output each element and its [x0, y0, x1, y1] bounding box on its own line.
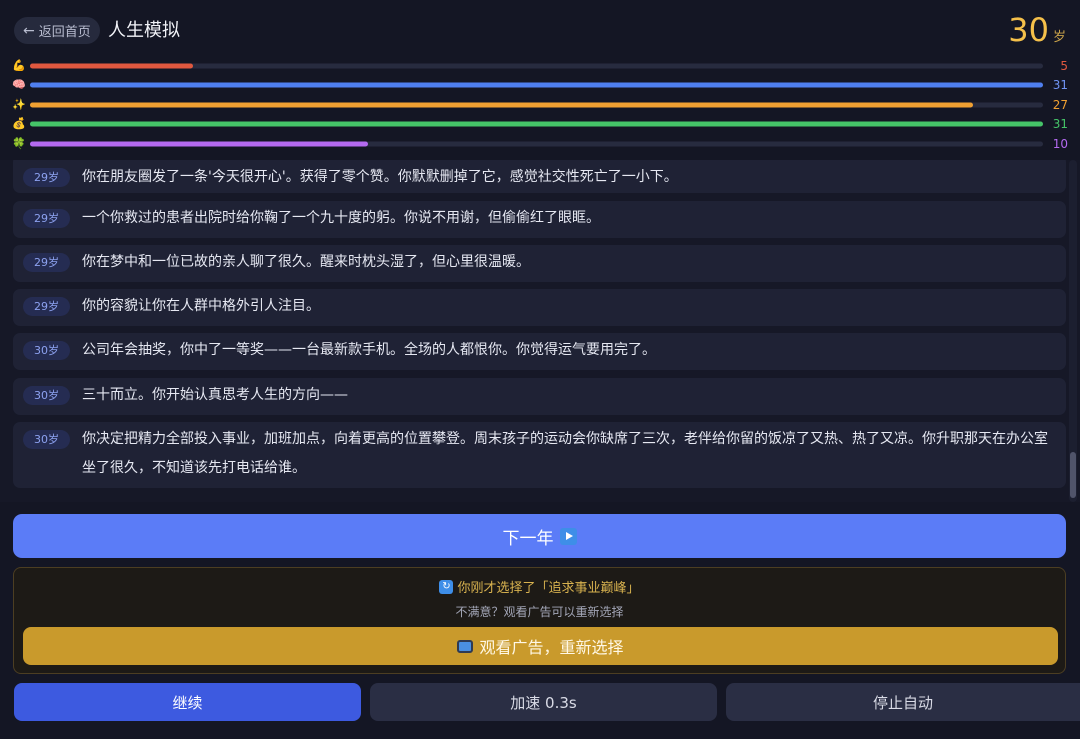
life-sim-page: ← 返回首页 人生模拟 30 岁 💪 5 🧠 31 ✨ 27 💰 31 🍀 10…	[0, 0, 1080, 739]
stat-value-wealth: 31	[1052, 117, 1068, 132]
money-bag-icon: 💰	[12, 117, 26, 131]
log-item: 29岁 一个你救过的患者出院时给你鞠了一个九十度的躬。你说不用谢，但偷偷红了眼眶…	[13, 201, 1066, 238]
stat-row-strength: 💪 5	[12, 56, 1068, 76]
stat-track	[30, 141, 1043, 147]
log-text: 三十而立。你开始认真思考人生的方向——	[82, 387, 348, 403]
log-age-tag: 30岁	[23, 386, 70, 405]
sparkles-icon: ✨	[12, 97, 26, 111]
stat-value-intelligence: 31	[1052, 78, 1068, 93]
brain-icon: 🧠	[12, 78, 26, 92]
stat-track	[30, 121, 1043, 127]
refresh-icon: ↻	[439, 579, 454, 594]
log-text: 你在梦中和一位已故的亲人聊了很久。醒来时枕头湿了，但心里很温暖。	[82, 254, 530, 270]
header: ← 返回首页 人生模拟 30 岁 💪 5 🧠 31 ✨ 27 💰 31 🍀 10	[0, 0, 1080, 160]
tv-icon	[457, 639, 474, 653]
clover-icon: 🍀	[12, 136, 26, 150]
chosen-option-text: 你刚才选择了「追求事业巅峰」	[457, 581, 640, 596]
log-scrollbar-thumb[interactable]	[1070, 452, 1076, 498]
log-age-tag: 29岁	[23, 168, 70, 187]
watch-ad-reselect-button[interactable]: 观看广告，重新选择	[23, 627, 1058, 665]
event-log[interactable]: 29岁 你在朋友圈发了一条'今天很开心'。获得了零个赞。你默默删掉了它，感觉社交…	[0, 160, 1080, 502]
age-display: 30 岁	[1008, 12, 1066, 48]
muscle-icon: 💪	[12, 58, 26, 72]
log-text: 你决定把精力全部投入事业，加班加点，向着更高的位置攀登。周末孩子的运动会你缺席了…	[82, 431, 1048, 476]
next-year-label: 下一年	[502, 528, 554, 549]
stop-auto-button[interactable]: 停止自动	[726, 683, 1080, 721]
log-text: 公司年会抽奖，你中了一等奖——一台最新款手机。全场的人都恨你。你觉得运气要用完了…	[82, 342, 656, 358]
back-arrow-icon: ←	[23, 22, 35, 39]
log-age-tag: 29岁	[23, 209, 70, 228]
stat-fill-charm	[30, 102, 974, 108]
stat-track	[30, 102, 1043, 108]
stat-track	[30, 63, 1043, 69]
stat-value-luck: 10	[1052, 136, 1068, 151]
stat-value-charm: 27	[1052, 97, 1068, 112]
log-scrollbar-track[interactable]	[1069, 160, 1077, 502]
stat-row-luck: 🍀 10	[12, 134, 1068, 154]
stat-fill-wealth	[30, 121, 1043, 127]
play-icon	[559, 527, 577, 545]
reselect-hint: 不满意？观看广告可以重新选择	[455, 605, 624, 619]
log-age-tag: 29岁	[23, 297, 70, 316]
back-home-button[interactable]: ← 返回首页	[14, 17, 100, 44]
log-text: 一个你救过的患者出院时给你鞠了一个九十度的躬。你说不用谢，但偷偷红了眼眶。	[82, 210, 600, 226]
log-age-tag: 29岁	[23, 253, 70, 272]
stat-fill-intelligence	[30, 82, 1043, 88]
stat-fill-strength	[30, 63, 194, 69]
log-item: 30岁 你决定把精力全部投入事业，加班加点，向着更高的位置攀登。周末孩子的运动会…	[13, 422, 1066, 488]
stat-fill-luck	[30, 141, 368, 147]
log-age-tag: 30岁	[23, 341, 70, 360]
stat-row-charm: ✨ 27	[12, 95, 1068, 115]
log-age-tag: 30岁	[23, 430, 70, 449]
page-title: 人生模拟	[108, 20, 180, 41]
log-text: 你在朋友圈发了一条'今天很开心'。获得了零个赞。你默默删掉了它，感觉社交性死亡了…	[82, 169, 678, 185]
log-text: 你的容貌让你在人群中格外引人注目。	[82, 298, 320, 314]
chosen-option-text-row: ↻ 你刚才选择了「追求事业巅峰」	[14, 577, 1065, 596]
stat-value-strength: 5	[1060, 58, 1068, 73]
continue-button[interactable]: 继续	[14, 683, 361, 721]
log-item: 29岁 你在梦中和一位已故的亲人聊了很久。醒来时枕头湿了，但心里很温暖。	[13, 245, 1066, 282]
back-home-label: 返回首页	[38, 25, 91, 40]
speed-button[interactable]: 加速 0.3s	[370, 683, 717, 721]
log-item: 29岁 你在朋友圈发了一条'今天很开心'。获得了零个赞。你默默删掉了它，感觉社交…	[13, 160, 1066, 193]
next-year-button[interactable]: 下一年	[13, 514, 1066, 558]
stat-bars: 💪 5 🧠 31 ✨ 27 💰 31 🍀 10	[12, 56, 1068, 154]
age-value: 30	[1008, 11, 1049, 49]
log-item: 29岁 你的容貌让你在人群中格外引人注目。	[13, 289, 1066, 326]
ad-reselect-panel: ↻ 你刚才选择了「追求事业巅峰」 不满意？观看广告可以重新选择 观看广告，重新选…	[13, 567, 1066, 674]
log-item: 30岁 三十而立。你开始认真思考人生的方向——	[13, 378, 1066, 415]
stat-row-wealth: 💰 31	[12, 115, 1068, 135]
age-unit: 岁	[1052, 30, 1066, 45]
stat-track	[30, 82, 1043, 88]
watch-ad-label: 观看广告，重新选择	[479, 638, 624, 657]
stat-row-intelligence: 🧠 31	[12, 76, 1068, 96]
log-item: 30岁 公司年会抽奖，你中了一等奖——一台最新款手机。全场的人都恨你。你觉得运气…	[13, 333, 1066, 370]
